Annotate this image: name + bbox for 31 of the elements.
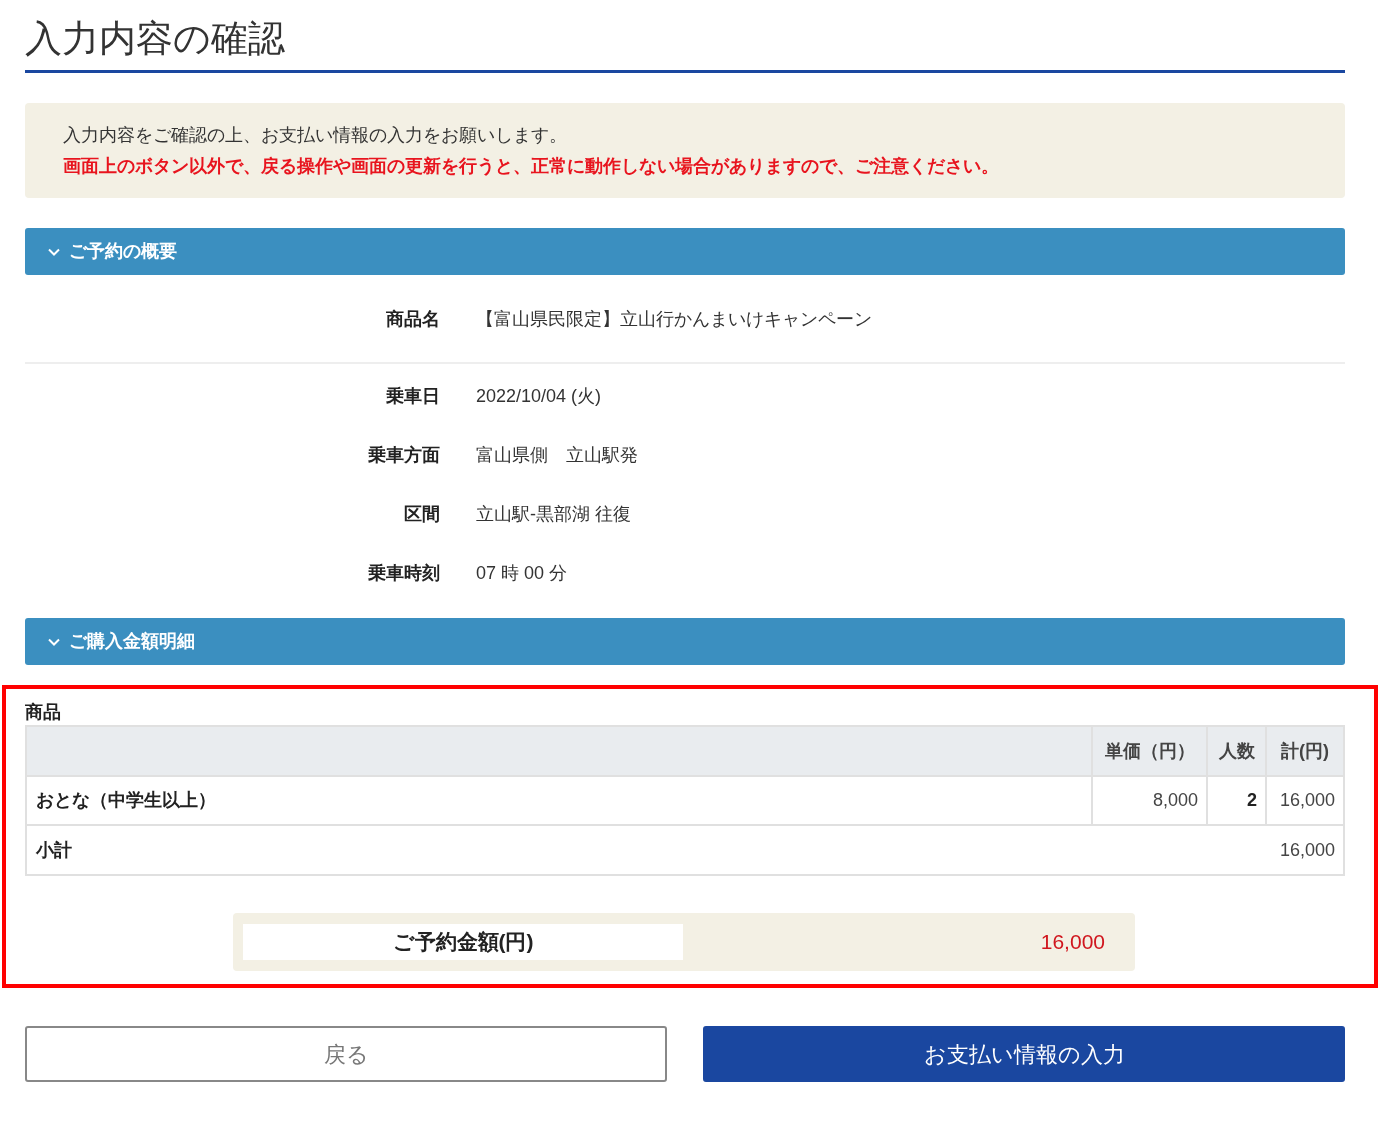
notice-message: 入力内容をご確認の上、お支払い情報の入力をお願いします。 (63, 123, 568, 147)
field-value: 【富山県民限定】立山行かんまいけキャンペーン (476, 308, 872, 331)
subtotal-value: 16,000 (1279, 838, 1335, 862)
section-title: ご予約の概要 (69, 240, 177, 263)
section-header[interactable]: ご予約の概要 (25, 228, 1345, 275)
table-cell: 8,000 (1091, 777, 1206, 824)
table-cell: 16,000 (1265, 777, 1343, 824)
field-label: 乗車時刻 (367, 562, 440, 585)
field-label: 乗車日 (385, 385, 440, 408)
field-value: 2022/10/04 (火) (476, 385, 602, 408)
total-value: 16,000 (1039, 929, 1106, 956)
column-header: 人数 (1206, 727, 1265, 775)
column-header: 計(円) (1265, 727, 1343, 775)
field-value: 富山県側 立山駅発 (476, 444, 638, 467)
page-title: 入力内容の確認 (25, 17, 286, 61)
table-caption: 商品 (25, 701, 62, 724)
table-cell-text: おとな（中学生以上） (35, 789, 217, 812)
notice-warning: 画面上のボタン以外で、戻る操作や画面の更新を行うと、正常に動作しない場合がありますので、ご注意ください。 (63, 154, 1000, 178)
field-label: 乗車方面 (367, 444, 440, 467)
table-cell: 2 (1206, 777, 1265, 824)
total-label: ご予約金額(円) (243, 924, 683, 960)
field-value: 立山駅-黒部湖 往復 (476, 503, 631, 526)
column-header: 単価（円） (1091, 727, 1206, 775)
subtotal-label: 小計 (36, 838, 72, 862)
section-title: ご購入金額明細 (69, 630, 195, 653)
payment-button[interactable]: お支払い情報の入力 (703, 1026, 1345, 1082)
field-value: 07 時 00 分 (476, 562, 568, 585)
field-label: 区間 (403, 503, 440, 526)
back-button[interactable]: 戻る (25, 1026, 667, 1082)
section-header[interactable]: ご購入金額明細 (25, 618, 1345, 665)
field-label: 商品名 (385, 308, 440, 331)
